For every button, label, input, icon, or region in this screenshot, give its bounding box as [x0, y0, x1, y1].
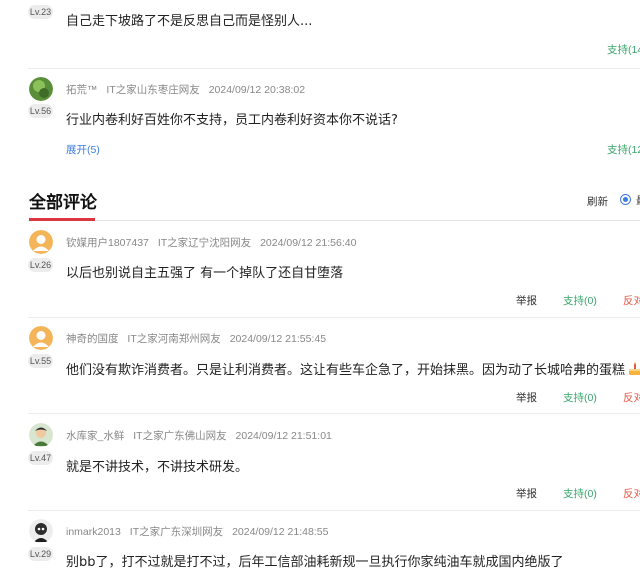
section-divider [28, 220, 640, 221]
default-avatar-icon [29, 230, 53, 254]
comment-text: 就是不讲技术，不讲技术研发。 [66, 460, 249, 475]
username[interactable]: 水库家_水鲜 [66, 430, 124, 442]
user-level-badge: Lv.55 [28, 354, 53, 368]
against-button[interactable]: 反对 [623, 390, 640, 405]
against-button[interactable]: 反对 [623, 293, 640, 308]
support-button[interactable]: 支持(12 [607, 142, 640, 157]
comment-time: 2024/09/12 21:48:55 [232, 526, 329, 538]
user-location: IT之家广东佛山网友 [133, 430, 227, 442]
expand-replies-link[interactable]: 展开(5) [66, 142, 100, 157]
comment-divider [28, 413, 640, 414]
comment-time: 2024/09/12 21:56:40 [260, 237, 357, 249]
username[interactable]: inmark2013 [66, 526, 121, 538]
section-title-underline [29, 218, 95, 221]
comment-divider [28, 317, 640, 318]
avatar[interactable] [29, 423, 53, 447]
username[interactable]: 拓荒™ [66, 84, 98, 96]
username[interactable]: 钦媒用户1807437 [66, 237, 149, 249]
report-button[interactable]: 举报 [516, 390, 537, 405]
support-button[interactable]: 支持(14 [607, 42, 640, 57]
user-level-badge: Lv.26 [28, 258, 53, 272]
comment-meta: 钦媒用户1807437 IT之家辽宁沈阳网友 2024/09/12 21:56:… [66, 235, 362, 250]
comment-text: 以后也别说自主五强了 有一个掉队了还自甘堕落 [66, 266, 344, 281]
comment-text: 别bb了，打不过就是打不过，后年工信部油耗新规一旦执行你家纯油车就成国内绝版了 [66, 555, 564, 570]
refresh-button[interactable]: 刷新 [587, 194, 608, 209]
user-level-badge: Lv.29 [28, 547, 53, 561]
support-button[interactable]: 支持(0) [563, 486, 597, 501]
support-button[interactable]: 支持(0) [563, 293, 597, 308]
report-button[interactable]: 举报 [516, 486, 537, 501]
comment-text: 行业内卷利好百姓你不支持，员工内卷利好资本你不说话? [66, 113, 398, 128]
user-location: IT之家广东深圳网友 [129, 526, 224, 538]
comment-divider [28, 510, 640, 511]
user-location: IT之家辽宁沈阳网友 [157, 237, 252, 249]
default-avatar-icon [29, 326, 53, 350]
avatar-image [29, 77, 53, 101]
comment-text: 他们没有欺诈消费者。只是让利消费者。这让有些车企急了，开始抹黑。因为动了长城哈弗… [66, 363, 626, 378]
username[interactable]: 神奇的国度 [66, 333, 119, 345]
user-level-badge: Lv.23 [28, 5, 53, 19]
comment-meta: 神奇的国度 IT之家河南郑州网友 2024/09/12 21:55:45 [66, 331, 332, 346]
avatar[interactable] [29, 230, 53, 254]
support-button[interactable]: 支持(0) [563, 390, 597, 405]
comment-time: 2024/09/12 21:51:01 [235, 430, 332, 442]
sort-radio-button[interactable] [620, 194, 631, 205]
avatar-image [29, 423, 53, 447]
comment-time: 2024/09/12 20:38:02 [208, 84, 306, 96]
avatar[interactable] [29, 326, 53, 350]
user-location: IT之家河南郑州网友 [127, 333, 221, 345]
comment-meta: 拓荒™ IT之家山东枣庄网友 2024/09/12 20:38:02 [66, 82, 311, 97]
comment-meta: inmark2013 IT之家广东深圳网友 2024/09/12 21:48:5… [66, 524, 334, 539]
comment-time: 2024/09/12 21:55:45 [229, 333, 327, 345]
cake-emoji-icon [627, 361, 640, 381]
comment-divider [28, 68, 640, 69]
sort-radio-label[interactable]: 最 [636, 193, 640, 208]
user-level-badge: Lv.47 [28, 451, 53, 465]
user-level-badge: Lv.56 [28, 104, 53, 118]
report-button[interactable]: 举报 [516, 293, 537, 308]
comment-text: 自己走下坡路了不是反思自己而是怪别人... [66, 14, 313, 29]
avatar-image [29, 519, 53, 543]
user-location: IT之家山东枣庄网友 [106, 84, 200, 96]
comment-text-row: 他们没有欺诈消费者。只是让利消费者。这让有些车企急了，开始抹黑。因为动了长城哈弗… [66, 359, 640, 381]
avatar[interactable] [29, 519, 53, 543]
avatar[interactable] [29, 77, 53, 101]
section-title: 全部评论 [29, 193, 97, 213]
comment-meta: 水库家_水鲜 IT之家广东佛山网友 2024/09/12 21:51:01 [66, 428, 338, 443]
against-button[interactable]: 反对 [623, 486, 640, 501]
